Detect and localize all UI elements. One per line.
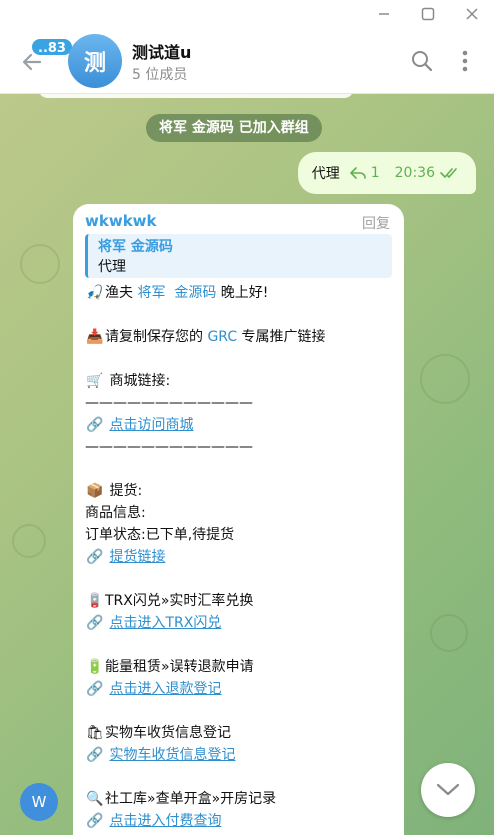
chat-header: ..83 测 测试道u 5 位成员 [0, 28, 494, 94]
background-doodle [12, 524, 46, 558]
shopping-bags-icon: 🛍 [86, 725, 104, 741]
shopping-cart-icon: 🛒 [86, 373, 104, 389]
sender-avatar[interactable]: W [20, 783, 58, 821]
social-link[interactable]: 点击进入付费查询 [109, 813, 221, 829]
link-icon: 🔗 [86, 681, 104, 697]
service-message: 将军 金源码 已加入群组 [146, 114, 322, 142]
energy-heading: 🔋能量租赁»误转退款申请 [85, 656, 392, 678]
outgoing-message[interactable]: 代理 1 20:36 [297, 152, 476, 194]
incoming-message[interactable]: wkwkwk 回复 将军 金源码 代理 🎣渔夫 将军 金源码 晚上好! 📥请复制… [73, 204, 404, 835]
goods-link[interactable]: 实物车收货信息登记 [109, 747, 235, 763]
social-link-line: 🔗 点击进入付费查询 [85, 810, 392, 832]
goods-heading: 🛍实物车收货信息登记 [85, 722, 392, 744]
search-icon[interactable] [409, 48, 435, 74]
product-info: 商品信息: [85, 505, 146, 521]
order-status: 订单状态:已下单,待提货 [85, 527, 235, 543]
member-count: 5 位成员 [132, 67, 188, 83]
more-vertical-icon[interactable] [452, 48, 478, 74]
background-doodle [420, 354, 470, 404]
inbox-tray-icon: 📥 [86, 329, 104, 345]
trx-link[interactable]: 点击进入TRX闪兑 [109, 615, 221, 631]
background-doodle [430, 614, 468, 652]
chat-title[interactable]: 测试道u [132, 39, 191, 63]
energy-link-line: 🔗 点击进入退款登记 [85, 678, 392, 700]
battery-low-icon: 🪫 [86, 593, 104, 609]
magnifier-icon: 🔍 [86, 791, 104, 807]
package-icon: 📦 [86, 483, 104, 499]
trx-heading: 🪫TRX闪兑»实时汇率兑换 [85, 590, 392, 612]
chevron-down-icon [436, 783, 460, 796]
chat-area[interactable]: 将军 金源码 已加入群组 代理 1 20:36 wkwkwk 回复 将军 金源码… [0, 94, 494, 835]
mention-name[interactable]: 将军 [137, 285, 165, 301]
sender-name[interactable]: wkwkwk [85, 212, 392, 230]
outgoing-text: 代理 [311, 166, 340, 182]
reply-button[interactable]: 回复 [362, 213, 390, 233]
reply-count[interactable]: 1 [371, 165, 380, 181]
pickup-heading: 📦 提货: [85, 480, 392, 502]
unread-badge: ..83 [30, 37, 74, 57]
mention-name[interactable]: 金源码 [174, 285, 216, 301]
reply-arrow-icon [349, 167, 366, 179]
social-heading: 🔍社工库»查单开盒»开房记录 [85, 788, 392, 810]
link-icon: 🔗 [86, 549, 104, 565]
mall-link[interactable]: 点击访问商城 [109, 417, 193, 433]
close-icon[interactable] [450, 0, 494, 28]
link-icon: 🔗 [86, 747, 104, 763]
pickup-link-line: 🔗 提货链接 [85, 546, 392, 568]
link-icon: 🔗 [86, 417, 104, 433]
divider-text: ———————————— [85, 395, 253, 411]
scroll-down-button[interactable] [421, 763, 475, 817]
message-meta: 1 20:36 [349, 165, 462, 181]
group-avatar[interactable]: 测 [68, 34, 122, 88]
divider-text: ———————————— [85, 439, 253, 455]
quote-text: 代理 [98, 259, 126, 275]
goods-link-line: 🔗 实物车收货信息登记 [85, 744, 392, 766]
mall-heading: 🛒 商城链接: [85, 370, 392, 392]
background-doodle [20, 244, 60, 284]
link-icon: 🔗 [86, 813, 104, 829]
greeting-line: 🎣渔夫 将军 金源码 晚上好! [85, 282, 392, 304]
previous-message-edge [38, 94, 354, 98]
maximize-icon[interactable] [406, 0, 450, 28]
pickup-link[interactable]: 提货链接 [109, 549, 165, 565]
fishing-icon: 🎣 [86, 285, 104, 301]
window-titlebar [0, 0, 494, 28]
copy-line: 📥请复制保存您的 GRC 专属推广链接 [85, 326, 392, 348]
quote-author: 将军 金源码 [98, 239, 173, 255]
grc-text: GRC [207, 329, 238, 345]
link-icon: 🔗 [86, 615, 104, 631]
mall-link-line: 🔗 点击访问商城 [85, 414, 392, 436]
minimize-icon[interactable] [362, 0, 406, 28]
reply-quote[interactable]: 将军 金源码 代理 [85, 234, 392, 278]
battery-icon: 🔋 [86, 659, 104, 675]
message-time: 20:36 [394, 165, 435, 181]
double-check-icon [440, 168, 457, 178]
trx-link-line: 🔗 点击进入TRX闪兑 [85, 612, 392, 634]
energy-link[interactable]: 点击进入退款登记 [109, 681, 221, 697]
